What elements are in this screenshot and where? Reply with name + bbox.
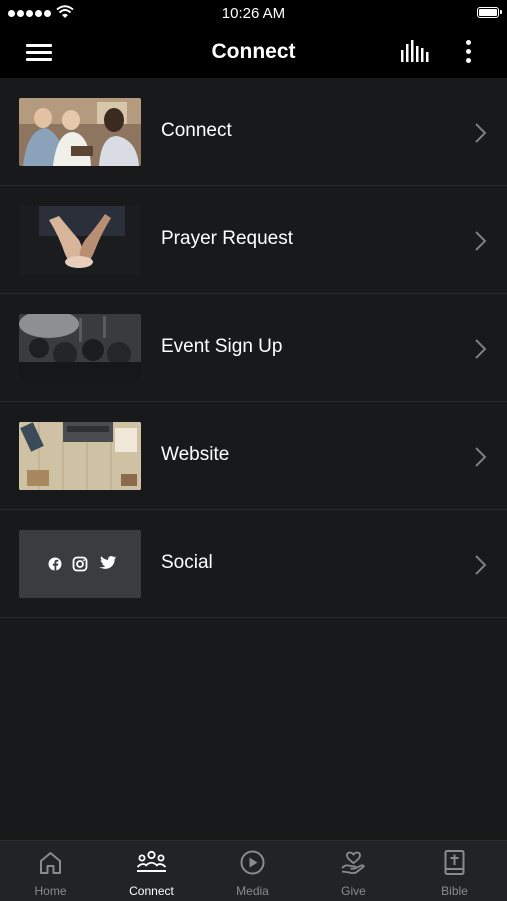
battery-icon xyxy=(477,7,502,18)
list-item-social[interactable]: Social xyxy=(0,510,507,618)
people-icon xyxy=(136,850,167,872)
list-item-label: Prayer Request xyxy=(161,228,294,249)
chevron-right-icon xyxy=(475,555,487,575)
list-item-label: Website xyxy=(161,444,230,465)
tab-bible[interactable]: Bible xyxy=(404,841,505,901)
chevron-right-icon xyxy=(475,123,487,143)
tab-bar: Home Connect Media Give Bible xyxy=(0,840,507,901)
home-icon xyxy=(40,852,61,874)
tab-media[interactable]: Media xyxy=(202,841,303,901)
tab-label: Media xyxy=(236,884,269,898)
tab-label: Home xyxy=(34,884,67,898)
tab-home[interactable]: Home xyxy=(0,841,101,901)
list-item-connect[interactable]: Connect xyxy=(0,78,507,186)
event-sign-up-thumbnail xyxy=(19,314,141,382)
list-item-label: Connect xyxy=(161,120,232,141)
connect-thumbnail xyxy=(19,98,141,166)
website-thumbnail xyxy=(19,422,141,490)
status-time: 10:26 AM xyxy=(221,5,286,22)
list-item-label: Event Sign Up xyxy=(161,336,283,357)
tab-label: Bible xyxy=(441,884,468,898)
status-bar: 10:26 AM xyxy=(0,0,507,26)
tab-label: Give xyxy=(341,884,366,898)
chevron-right-icon xyxy=(475,447,487,467)
tab-connect[interactable]: Connect xyxy=(101,841,202,901)
audio-bars-icon xyxy=(401,40,429,62)
play-icon xyxy=(240,850,265,875)
give-heart-icon xyxy=(341,851,365,875)
chevron-right-icon xyxy=(475,339,487,359)
chevron-right-icon xyxy=(475,231,487,251)
connect-list: Connect Prayer Request Event Sign Up Web… xyxy=(0,78,507,618)
prayer-request-thumbnail xyxy=(19,206,141,274)
social-thumbnail xyxy=(19,530,141,598)
audio-button[interactable] xyxy=(397,38,431,66)
tab-label: Connect xyxy=(129,884,174,898)
list-item-event-sign-up[interactable]: Event Sign Up xyxy=(0,294,507,402)
list-item-website[interactable]: Website xyxy=(0,402,507,510)
more-options-button[interactable] xyxy=(455,38,481,66)
bible-icon xyxy=(444,850,465,875)
list-item-label: Social xyxy=(161,552,213,573)
list-item-prayer-request[interactable]: Prayer Request xyxy=(0,186,507,294)
navigation-bar: Connect xyxy=(0,26,507,78)
tab-give[interactable]: Give xyxy=(303,841,404,901)
